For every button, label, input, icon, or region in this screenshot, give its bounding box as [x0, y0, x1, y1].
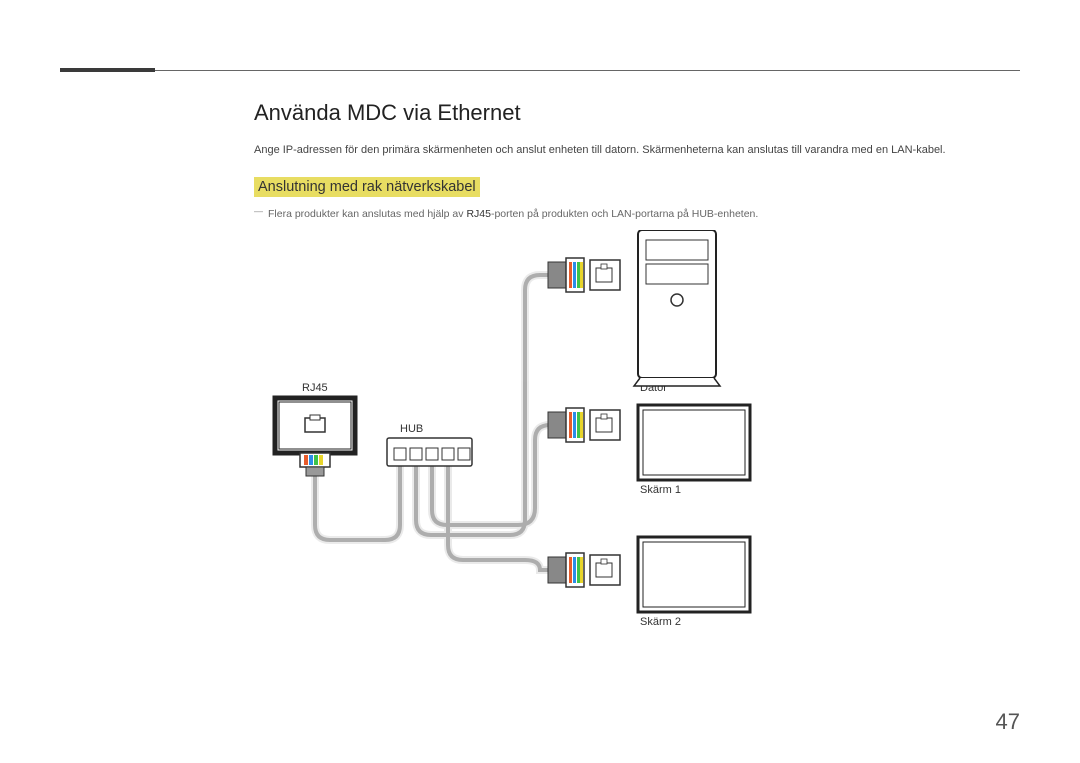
- note-highlight: RJ45: [466, 208, 491, 220]
- top-rule: [60, 70, 1020, 71]
- section-heading: Använda MDC via Ethernet: [254, 100, 1020, 126]
- rj45-plug-monitor: [300, 453, 330, 476]
- rj45-connector-screen2: [548, 553, 620, 587]
- monitor-icon: [275, 398, 355, 453]
- intro-paragraph: Ange IP-adressen för den primära skärmen…: [254, 142, 1020, 159]
- note-text: Flera produkter kan anslutas med hjälp a…: [268, 207, 1020, 223]
- rj45-connector-pc: [548, 258, 620, 292]
- pc-tower-icon: [634, 230, 720, 386]
- diagram-svg: [260, 230, 820, 660]
- connection-diagram: RJ45 HUB Dator Skärm 1 Skärm 2: [260, 230, 820, 660]
- document-page: Använda MDC via Ethernet Ange IP-adresse…: [0, 0, 1080, 763]
- rj45-connector-screen1: [548, 408, 620, 442]
- content-area: Använda MDC via Ethernet Ange IP-adresse…: [254, 100, 1020, 222]
- top-accent-bar: [60, 68, 155, 72]
- note-suffix: -porten på produkten och LAN-portarna på…: [491, 208, 758, 220]
- note-prefix: Flera produkter kan anslutas med hjälp a…: [268, 208, 466, 220]
- hub-icon: [387, 438, 472, 466]
- page-number: 47: [996, 709, 1020, 735]
- subsection-heading: Anslutning med rak nätverkskabel: [254, 177, 480, 197]
- screen1-icon: [638, 405, 750, 480]
- screen2-icon: [638, 537, 750, 612]
